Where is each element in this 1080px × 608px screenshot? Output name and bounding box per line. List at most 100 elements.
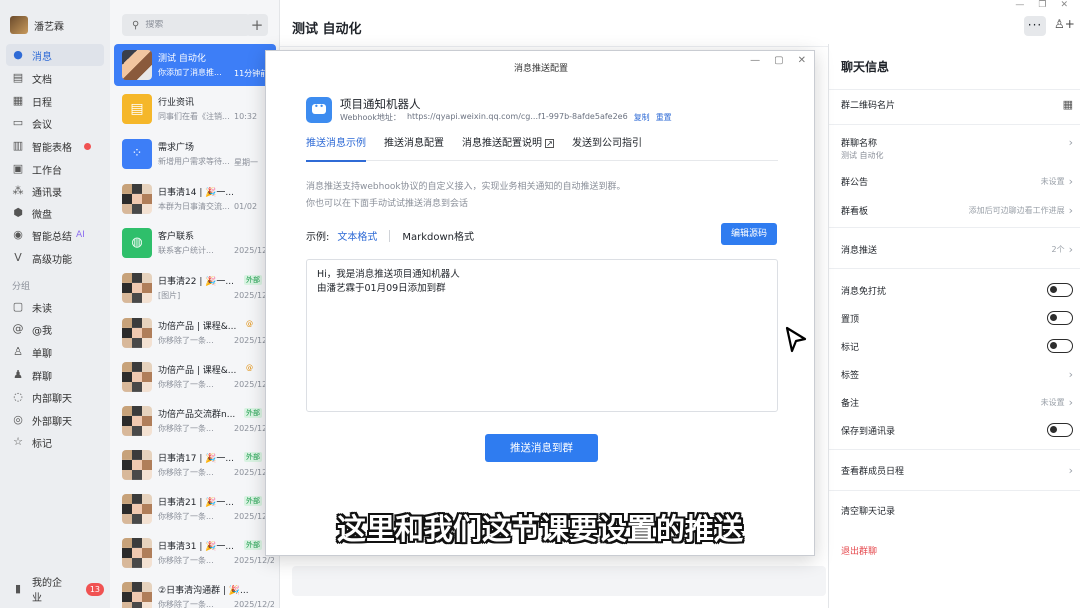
nav-item-messages[interactable]: ● 消息 [6, 44, 104, 66]
text-format-option[interactable]: 文本格式 [337, 228, 377, 243]
mute-toggle[interactable] [1047, 283, 1073, 297]
nav-item-docs[interactable]: ▤ 文档 [6, 67, 104, 89]
search-icon: ⚲ [132, 19, 140, 31]
mark-toggle[interactable] [1047, 339, 1073, 353]
nav-item-smart-summary[interactable]: ◉ 智能总结 AI [6, 224, 104, 246]
tags-row[interactable]: 标签 › [841, 366, 1073, 382]
avatar [122, 406, 152, 436]
chat-title: 日事清22 | 🎉一... [158, 277, 234, 287]
chat-row[interactable]: ◍ 客户联系 联系客户统计... 2025/12/26 [114, 222, 276, 264]
add-button[interactable]: + [246, 14, 268, 36]
nav-item-calendar[interactable]: ▦ 日程 [6, 90, 104, 112]
group-item-group[interactable]: ♟ 群聊 [6, 364, 104, 386]
star-icon: ☆ [13, 435, 23, 448]
copy-link[interactable]: 复制 [634, 112, 650, 123]
mute-row: 消息免打扰 [841, 282, 1073, 298]
close-icon[interactable]: ✕ [1060, 0, 1068, 16]
tab-label: 消息推送配置说明 [462, 138, 542, 149]
push-to-group-button[interactable]: 推送消息到群 [485, 434, 598, 462]
nav-item-my-enterprise[interactable]: ▮ 我的企业 13 [6, 578, 104, 604]
row-value: 添加后可边聊边看工作进展 [968, 205, 1065, 215]
push-config-dialog: 消息推送配置 — ▢ ✕ 项目通知机器人 Webhook地址： https://… [265, 50, 815, 556]
group-qr-row[interactable]: 群二维码名片 ▦ [841, 96, 1073, 112]
close-icon[interactable]: ✕ [798, 55, 806, 66]
nav-item-meeting[interactable]: ▭ 会议 [6, 112, 104, 134]
group-item-unread[interactable]: ▢ 未读 [6, 296, 104, 318]
chat-row[interactable]: ▤ 行业资讯 同事们在看《注销... 10:32 [114, 88, 276, 130]
nav-item-advanced[interactable]: V 高级功能 [6, 247, 104, 269]
description-line-2: 你也可以在下面手动试试推送消息到会话 [306, 199, 469, 209]
more-icon[interactable]: ··· [1024, 16, 1046, 36]
avatar[interactable] [10, 16, 28, 34]
chat-row[interactable]: 日事清17 | 🎉一... 外部 你移除了一条... 2025/12/26 [114, 444, 276, 486]
ai-badge: AI [76, 230, 85, 240]
tab-push-example[interactable]: 推送消息示例 [306, 137, 366, 162]
add-member-icon[interactable]: ♙+ [1054, 17, 1075, 35]
chat-row[interactable]: 测试 自动化 你添加了消息推... 11分钟前 [114, 44, 276, 86]
pin-toggle[interactable] [1047, 311, 1073, 325]
nav-item-drive[interactable]: ⬢ 微盘 [6, 202, 104, 224]
external-tag: 外部 [244, 408, 262, 418]
avatar [122, 362, 152, 392]
chat-row[interactable]: 功倍产品 | 课程&... @ 你移除了一条... 2025/12/26 [114, 356, 276, 398]
nav-item-label: 工作台 [32, 165, 62, 177]
chat-row[interactable]: 日事清14 | 🎉一... 本群为日事清交流... 01/02 [114, 178, 276, 220]
message-preview[interactable]: Hi，我是消息推送项目通知机器人 由潘艺霖于01月09日添加到群 [306, 259, 778, 412]
tab-push-config[interactable]: 推送消息配置 [384, 137, 444, 161]
group-item-label: 单聊 [32, 348, 52, 360]
chat-snippet: 联系客户统计... [158, 246, 214, 255]
row-label: 保存到通讯录 [841, 426, 896, 437]
remark-row[interactable]: 备注 未设置 › [841, 394, 1073, 410]
dialog-tabs: 推送消息示例 推送消息配置 消息推送配置说明 ↗ 发送到公司指引 [306, 137, 778, 162]
group-item-external[interactable]: ◎ 外部聊天 [6, 409, 104, 431]
nav-item-label: 智能表格 [32, 142, 72, 154]
edit-source-button[interactable]: 编辑源码 [721, 223, 777, 245]
nav-item-smart-table[interactable]: ▥ 智能表格 [6, 135, 104, 157]
minimize-icon[interactable]: — [1015, 0, 1024, 16]
chat-title: 日事清17 | 🎉一... [158, 454, 234, 464]
chat-snippet: [图片] [158, 291, 181, 300]
search-input[interactable] [145, 20, 236, 30]
reset-link[interactable]: 重置 [656, 112, 672, 123]
chat-title: 测试 自动化 [158, 54, 206, 64]
divider [829, 490, 1080, 491]
webhook-line: Webhook地址： https://qyapi.weixin.qq.com/c… [340, 112, 672, 123]
group-name-row[interactable]: 群聊名称 › [841, 134, 1073, 150]
group-notice-row[interactable]: 群公告 未设置 › [841, 173, 1073, 189]
search-box[interactable]: ⚲ [122, 14, 250, 36]
minimize-icon[interactable]: — [750, 55, 760, 66]
chat-title: 行业资讯 [158, 98, 195, 108]
message-push-row[interactable]: 消息推送 2个 › [841, 241, 1073, 257]
row-value: 未设置 [1040, 397, 1065, 407]
save-contacts-toggle[interactable] [1047, 423, 1073, 437]
maximize-icon[interactable]: ❐ [1038, 0, 1046, 16]
group-board-row[interactable]: 群看板 添加后可边聊边看工作进展 › [841, 202, 1073, 218]
tab-company-guide[interactable]: 发送到公司指引 [572, 137, 642, 161]
group-item-at-me[interactable]: @ @我 [6, 318, 104, 340]
chat-row[interactable]: 功倍产品交流群n... 外部 你移除了一条... 2025/12/26 [114, 400, 276, 442]
divider [389, 229, 391, 242]
customer-contact-icon: ◍ [122, 228, 152, 258]
message-input[interactable] [292, 566, 826, 596]
group-item-single[interactable]: ♙ 单聊 [6, 341, 104, 363]
qr-code-icon: ▦ [1062, 97, 1073, 111]
chat-title: 需求广场 [158, 143, 195, 153]
row-label: 置顶 [841, 314, 860, 325]
chat-row[interactable]: 功倍产品 | 课程&... @ 你移除了一条... 2025/12/26 [114, 312, 276, 354]
chat-row[interactable]: ②日事清沟通群 | 🎉... 你移除了一条... 2025/12/24 [114, 576, 276, 608]
tab-push-doc[interactable]: 消息推送配置说明 ↗ [462, 137, 554, 161]
maximize-icon[interactable]: ▢ [774, 55, 783, 66]
user-profile[interactable]: 潘艺霖 [10, 16, 64, 34]
group-item-starred[interactable]: ☆ 标记 [6, 431, 104, 453]
unread-icon: ▢ [12, 300, 24, 313]
member-schedule-row[interactable]: 查看群成员日程 › [841, 462, 1073, 478]
nav-item-workbench[interactable]: ▣ 工作台 [6, 158, 104, 180]
markdown-format-option[interactable]: Markdown格式 [402, 228, 474, 243]
chat-time: 2025/12/24 [234, 556, 274, 565]
group-item-label: @我 [32, 325, 52, 337]
nav-item-contacts[interactable]: ⁂ 通讯录 [6, 180, 104, 202]
chat-row[interactable]: ⁘ 需求广场 新增用户需求等待... 星期一 [114, 133, 276, 175]
group-item-internal[interactable]: ◌ 内部聊天 [6, 386, 104, 408]
chat-row[interactable]: 日事清22 | 🎉一... 外部 [图片] 2025/12/26 [114, 267, 276, 309]
row-label: 群二维码名片 [841, 100, 896, 111]
